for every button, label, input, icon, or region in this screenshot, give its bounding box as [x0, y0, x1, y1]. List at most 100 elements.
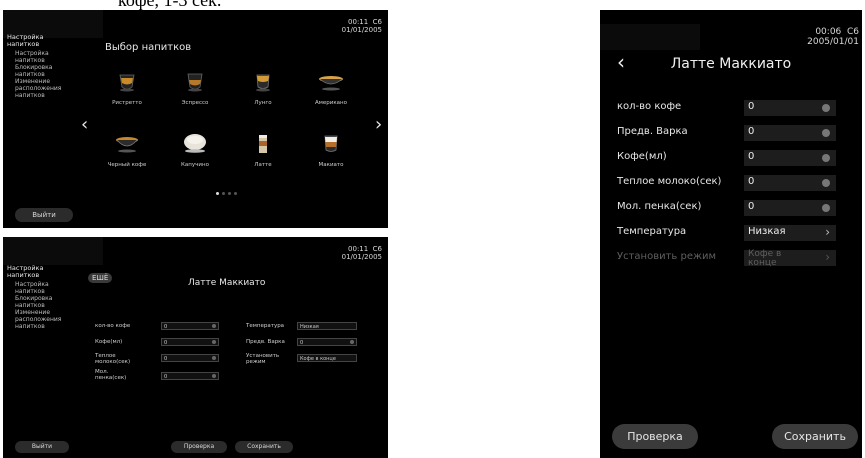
setting-label: Температура	[617, 226, 687, 237]
clock-time: 00:06 C6	[815, 27, 859, 37]
ristretto-cup-icon	[119, 74, 135, 92]
setting-label: Предв. Варка	[617, 126, 688, 137]
coffee-count-field[interactable]: 0	[744, 100, 836, 116]
field-value: Низкая	[300, 324, 319, 330]
sidebar-item-drink-lock[interactable]: Блокировка напитков	[7, 295, 59, 309]
drink-cappuccino[interactable]: Капучино	[169, 134, 221, 168]
sidebar-item-drink-settings[interactable]: Настройка напитков	[7, 50, 59, 64]
clock-date: 2005/01/01	[807, 37, 859, 47]
sidebar-title: Настройка напитков	[7, 33, 44, 48]
drink-macchiato[interactable]: Макиато	[305, 134, 357, 168]
field-value: Кофе в конце	[300, 356, 336, 362]
drink-label: Эспрессо	[181, 100, 209, 106]
drink-label: Ристретто	[112, 100, 142, 106]
setting-label: кол-во кофе	[617, 101, 682, 112]
clock-date: 01/01/2005	[341, 253, 382, 261]
field-value: 0	[164, 340, 168, 346]
drink-espresso[interactable]: Эспрессо	[169, 72, 221, 106]
chevron-right-icon: ›	[825, 250, 830, 264]
coffee-count-field[interactable]: 0	[161, 322, 219, 330]
category-tag[interactable]: ЕШЁ	[88, 273, 113, 283]
milk-foam-field[interactable]: 0	[744, 200, 836, 216]
stepper-icon[interactable]	[822, 179, 830, 187]
clock-time: 00:11 C6	[348, 245, 382, 253]
setting-label: Установить режим	[617, 251, 717, 262]
drink-label: Латте	[254, 162, 272, 168]
setting-value: Низкая	[748, 226, 786, 237]
setting-label: Мол. пенка(сек)	[617, 201, 702, 212]
drink-lungo[interactable]: Лунго	[237, 72, 289, 106]
setting-value: 0	[748, 126, 755, 137]
setting-label: Кофе(мл)	[617, 151, 667, 162]
stepper-icon[interactable]	[350, 340, 354, 344]
drink-americano[interactable]: Американо	[305, 72, 357, 106]
setting-row-temperature: Температура Низкая ›	[600, 223, 862, 243]
drink-black-coffee[interactable]: Черный кофе	[101, 134, 153, 168]
setting-row-warm-milk: Теплое молоко(сек) 0	[600, 173, 862, 193]
coffee-ml-field[interactable]: 0	[744, 150, 836, 166]
drink-ristretto[interactable]: Ристретто	[101, 72, 153, 106]
settings-sidebar: Настройка напитков Настройка напитков Бл…	[7, 264, 69, 331]
prebrew-field[interactable]: 0	[297, 338, 357, 346]
stepper-icon[interactable]	[212, 374, 216, 378]
sidebar-title: Настройка напитков	[7, 264, 44, 279]
drink-selection-screen: 00:11 C6 01/01/2005 Настройка напитков Н…	[3, 10, 388, 228]
cappuccino-cup-icon	[184, 134, 206, 153]
mode-select: Кофе в конце ›	[744, 249, 836, 268]
warm-milk-field[interactable]: 0	[161, 354, 219, 362]
page-indicator	[216, 192, 237, 195]
exit-button[interactable]: Выйти	[15, 208, 73, 222]
drink-latte[interactable]: Латте	[237, 134, 289, 168]
field-value: 0	[300, 340, 304, 346]
stepper-icon[interactable]	[822, 129, 830, 137]
drink-label: Американо	[314, 100, 347, 106]
stepper-icon[interactable]	[822, 204, 830, 212]
stepper-icon[interactable]	[822, 104, 830, 112]
setting-value: 0	[748, 151, 755, 162]
sidebar-item-drink-order[interactable]: Изменение расположения напитков	[7, 78, 69, 99]
field-label: кол-во кофе	[95, 323, 131, 329]
field-label: Установить режим	[246, 353, 280, 365]
exit-button[interactable]: Выйти	[15, 441, 69, 453]
sidebar-item-drink-order[interactable]: Изменение расположения напитков	[7, 309, 69, 330]
milk-foam-field[interactable]: 0	[161, 372, 219, 380]
chevron-right-icon: ›	[825, 225, 830, 239]
page-dot	[228, 192, 231, 195]
sidebar-item-drink-lock[interactable]: Блокировка напитков	[7, 64, 59, 78]
prebrew-field[interactable]: 0	[744, 125, 836, 141]
save-button[interactable]: Сохранить	[772, 424, 858, 449]
prev-page-arrow-icon[interactable]: ‹	[81, 114, 88, 135]
check-button[interactable]: Проверка	[171, 441, 227, 453]
lungo-cup-icon	[256, 74, 270, 92]
coffee-ml-field[interactable]: 0	[161, 338, 219, 346]
drink-settings-screen: 00:06 C6 2005/01/01 ‹ Латте Маккиато кол…	[600, 10, 862, 458]
warm-milk-field[interactable]: 0	[744, 175, 836, 191]
setting-value: Кофе в конце	[748, 249, 782, 268]
status-area	[3, 237, 103, 265]
espresso-cup-icon	[187, 73, 203, 92]
mode-select[interactable]: Кофе в конце	[297, 354, 357, 362]
clock: 00:11 C6 01/01/2005	[342, 18, 382, 34]
settings-sidebar: Настройка напитков Настройка напитков Бл…	[7, 33, 69, 100]
drink-label: Макиато	[318, 162, 344, 168]
setting-row-mode: Установить режим Кофе в конце ›	[600, 248, 862, 268]
next-page-arrow-icon[interactable]: ›	[375, 114, 382, 135]
save-button[interactable]: Сохранить	[235, 441, 293, 453]
stepper-icon[interactable]	[212, 356, 216, 360]
stepper-icon[interactable]	[822, 154, 830, 162]
temperature-select[interactable]: Низкая ›	[744, 225, 836, 241]
black-coffee-cup-icon	[116, 137, 138, 153]
field-label: Теплое молоко(сек)	[95, 353, 131, 365]
temperature-select[interactable]: Низкая	[297, 322, 357, 330]
clock-date: 01/01/2005	[341, 26, 382, 34]
macchiato-glass-icon	[324, 135, 338, 152]
stepper-icon[interactable]	[212, 340, 216, 344]
check-button[interactable]: Проверка	[612, 424, 698, 449]
field-value: 0	[164, 356, 168, 362]
stepper-icon[interactable]	[212, 324, 216, 328]
americano-cup-icon	[319, 76, 343, 91]
sidebar-item-drink-settings[interactable]: Настройка напитков	[7, 281, 59, 295]
drink-label: Капучино	[181, 162, 209, 168]
drink-settings-screen-small: 00:11 C6 01/01/2005 Настройка напитков Н…	[3, 237, 388, 458]
field-value: 0	[164, 374, 168, 380]
